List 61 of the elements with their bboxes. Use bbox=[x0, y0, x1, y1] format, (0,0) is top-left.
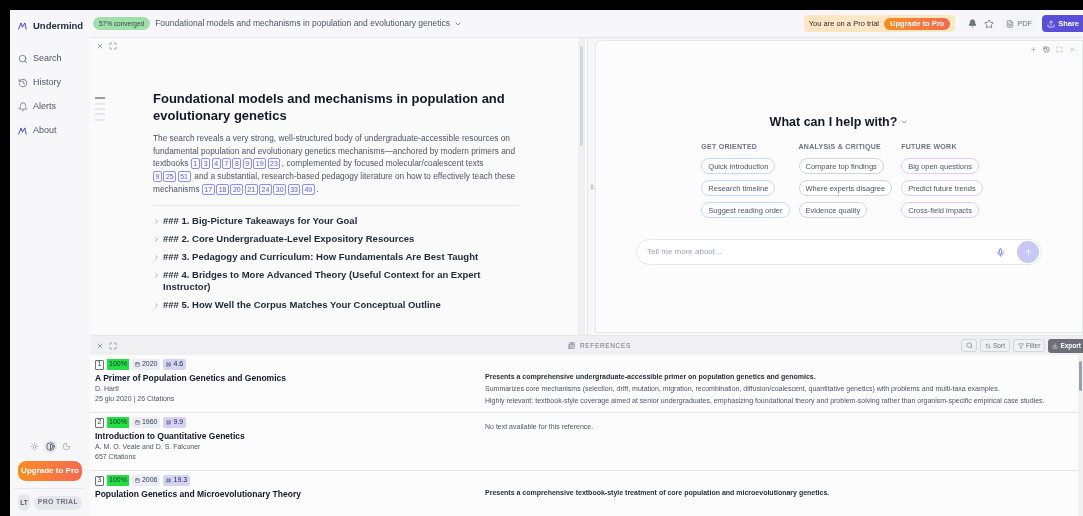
section-toggle[interactable]: ### 3. Pedagogy and Curriculum: How Fundamentals Are Best Taught bbox=[153, 250, 519, 263]
section-toggle[interactable]: ### 4. Bridges to More Advanced Theory (Useful Context for an Expert Instructor) bbox=[153, 268, 519, 293]
chat-heading-dropdown[interactable]: What can I help with? bbox=[769, 113, 909, 132]
report-title-dropdown[interactable]: Foundational models and mechanisms in population and evolutionary genetics bbox=[155, 17, 463, 30]
chevron-icon bbox=[153, 253, 160, 261]
scrollbar[interactable] bbox=[578, 38, 585, 335]
reference-title[interactable]: A Primer of Population Genetics and Genomics bbox=[95, 373, 485, 384]
chevron-icon bbox=[153, 271, 160, 279]
sidebar-item[interactable]: History bbox=[18, 74, 90, 92]
arrow-up-icon bbox=[1023, 247, 1033, 257]
theme-toggle[interactable] bbox=[27, 440, 41, 453]
chat-input[interactable]: Tell me more about... bbox=[636, 239, 1042, 266]
expand-icon[interactable] bbox=[109, 341, 117, 350]
search-icon bbox=[18, 54, 28, 64]
logo-icon bbox=[18, 127, 28, 135]
section-toggle[interactable]: ### 2. Core Undergraduate-Level Expository Resources bbox=[153, 232, 519, 245]
close-icon[interactable] bbox=[96, 42, 104, 50]
brand-name: Undermind bbox=[33, 18, 84, 33]
plus-icon[interactable] bbox=[1030, 46, 1037, 53]
section-toggle[interactable]: ### 1. Big-Picture Takeaways for Your Goal bbox=[153, 214, 519, 227]
references-icon bbox=[568, 342, 575, 349]
close-icon[interactable] bbox=[1069, 46, 1076, 53]
chevron-icon bbox=[153, 217, 160, 225]
logo-icon bbox=[18, 22, 28, 30]
section-toggle[interactable]: ### 5. How Well the Corpus Matches Your Conceptual Outline bbox=[153, 298, 519, 311]
calendar-icon bbox=[134, 420, 140, 425]
message-input[interactable]: Tell me more about... bbox=[647, 246, 996, 259]
theme-toggle[interactable] bbox=[43, 440, 57, 453]
reference-title[interactable]: Introduction to Quantitative Genetics bbox=[95, 431, 485, 442]
calendar-icon bbox=[134, 478, 140, 483]
scrollbar[interactable] bbox=[1078, 355, 1083, 516]
microphone-icon[interactable] bbox=[996, 247, 1005, 257]
filter-icon bbox=[1017, 342, 1024, 349]
bell-icon bbox=[18, 102, 28, 112]
search-button[interactable] bbox=[961, 339, 978, 352]
sidebar-item[interactable]: Alerts bbox=[18, 98, 90, 116]
quote-icon bbox=[166, 478, 172, 483]
resize-handle-icon[interactable] bbox=[588, 181, 595, 192]
history-icon bbox=[18, 78, 28, 88]
reference-title[interactable]: Population Genetics and Microevolutionary Theory bbox=[95, 489, 485, 500]
sidebar-item[interactable]: Search bbox=[18, 50, 90, 68]
calendar-icon bbox=[134, 362, 140, 367]
document-icon bbox=[1006, 19, 1015, 28]
theme-toggle[interactable] bbox=[59, 440, 73, 453]
quote-icon bbox=[166, 420, 172, 425]
chevron-icon bbox=[153, 301, 160, 309]
expand-icon[interactable] bbox=[1056, 46, 1063, 53]
expand-icon[interactable] bbox=[109, 42, 117, 50]
bell-icon[interactable] bbox=[968, 19, 978, 28]
search-icon bbox=[965, 342, 973, 349]
report-title: Foundational models and mechanisms in population and evolutionary genetics bbox=[153, 90, 506, 124]
star-icon[interactable] bbox=[984, 18, 995, 29]
chevron-icon bbox=[153, 235, 160, 243]
download-icon bbox=[1052, 342, 1059, 349]
history-icon[interactable] bbox=[1043, 46, 1050, 53]
share-icon bbox=[1047, 19, 1056, 28]
outline-icon[interactable] bbox=[95, 97, 105, 121]
quote-icon bbox=[166, 362, 172, 367]
sidebar-item[interactable]: About bbox=[18, 122, 90, 140]
close-icon[interactable] bbox=[96, 341, 104, 350]
sort-icon bbox=[985, 342, 992, 349]
